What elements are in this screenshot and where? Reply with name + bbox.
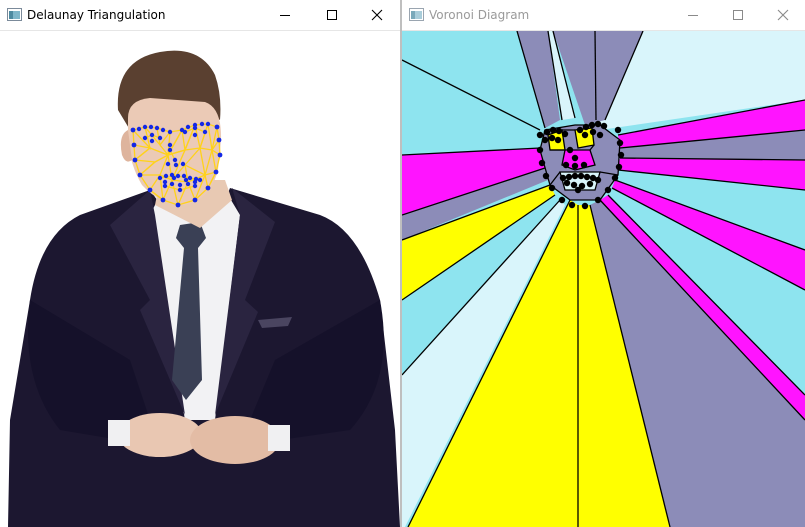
opencv-window-icon bbox=[7, 8, 22, 21]
window-title: Delaunay Triangulation bbox=[27, 8, 166, 22]
cuff-right bbox=[268, 425, 290, 451]
hand-right bbox=[190, 416, 280, 464]
close-button[interactable] bbox=[760, 0, 805, 31]
maximize-icon bbox=[733, 10, 743, 20]
close-icon bbox=[371, 9, 383, 21]
hand-left bbox=[118, 413, 202, 457]
opencv-window-icon bbox=[409, 8, 424, 21]
maximize-button[interactable] bbox=[309, 0, 355, 31]
delaunay-titlebar[interactable]: Delaunay Triangulation bbox=[0, 0, 400, 31]
delaunay-canvas bbox=[0, 31, 400, 527]
close-button[interactable] bbox=[354, 0, 400, 31]
voronoi-window: Voronoi Diagram bbox=[402, 0, 805, 527]
voronoi-canvas bbox=[402, 30, 805, 527]
voronoi-diagram bbox=[402, 30, 805, 527]
cuff-left bbox=[108, 420, 130, 446]
close-icon bbox=[777, 9, 789, 21]
maximize-button[interactable] bbox=[715, 0, 761, 31]
maximize-icon bbox=[327, 10, 337, 20]
minimize-icon bbox=[688, 15, 698, 16]
minimize-button[interactable] bbox=[670, 0, 716, 31]
voronoi-titlebar[interactable]: Voronoi Diagram bbox=[402, 0, 805, 31]
minimize-button[interactable] bbox=[262, 0, 308, 31]
minimize-icon bbox=[280, 15, 290, 16]
window-title: Voronoi Diagram bbox=[429, 8, 530, 22]
delaunay-window: Delaunay Triangulation bbox=[0, 0, 400, 527]
delaunay-image bbox=[8, 50, 400, 527]
